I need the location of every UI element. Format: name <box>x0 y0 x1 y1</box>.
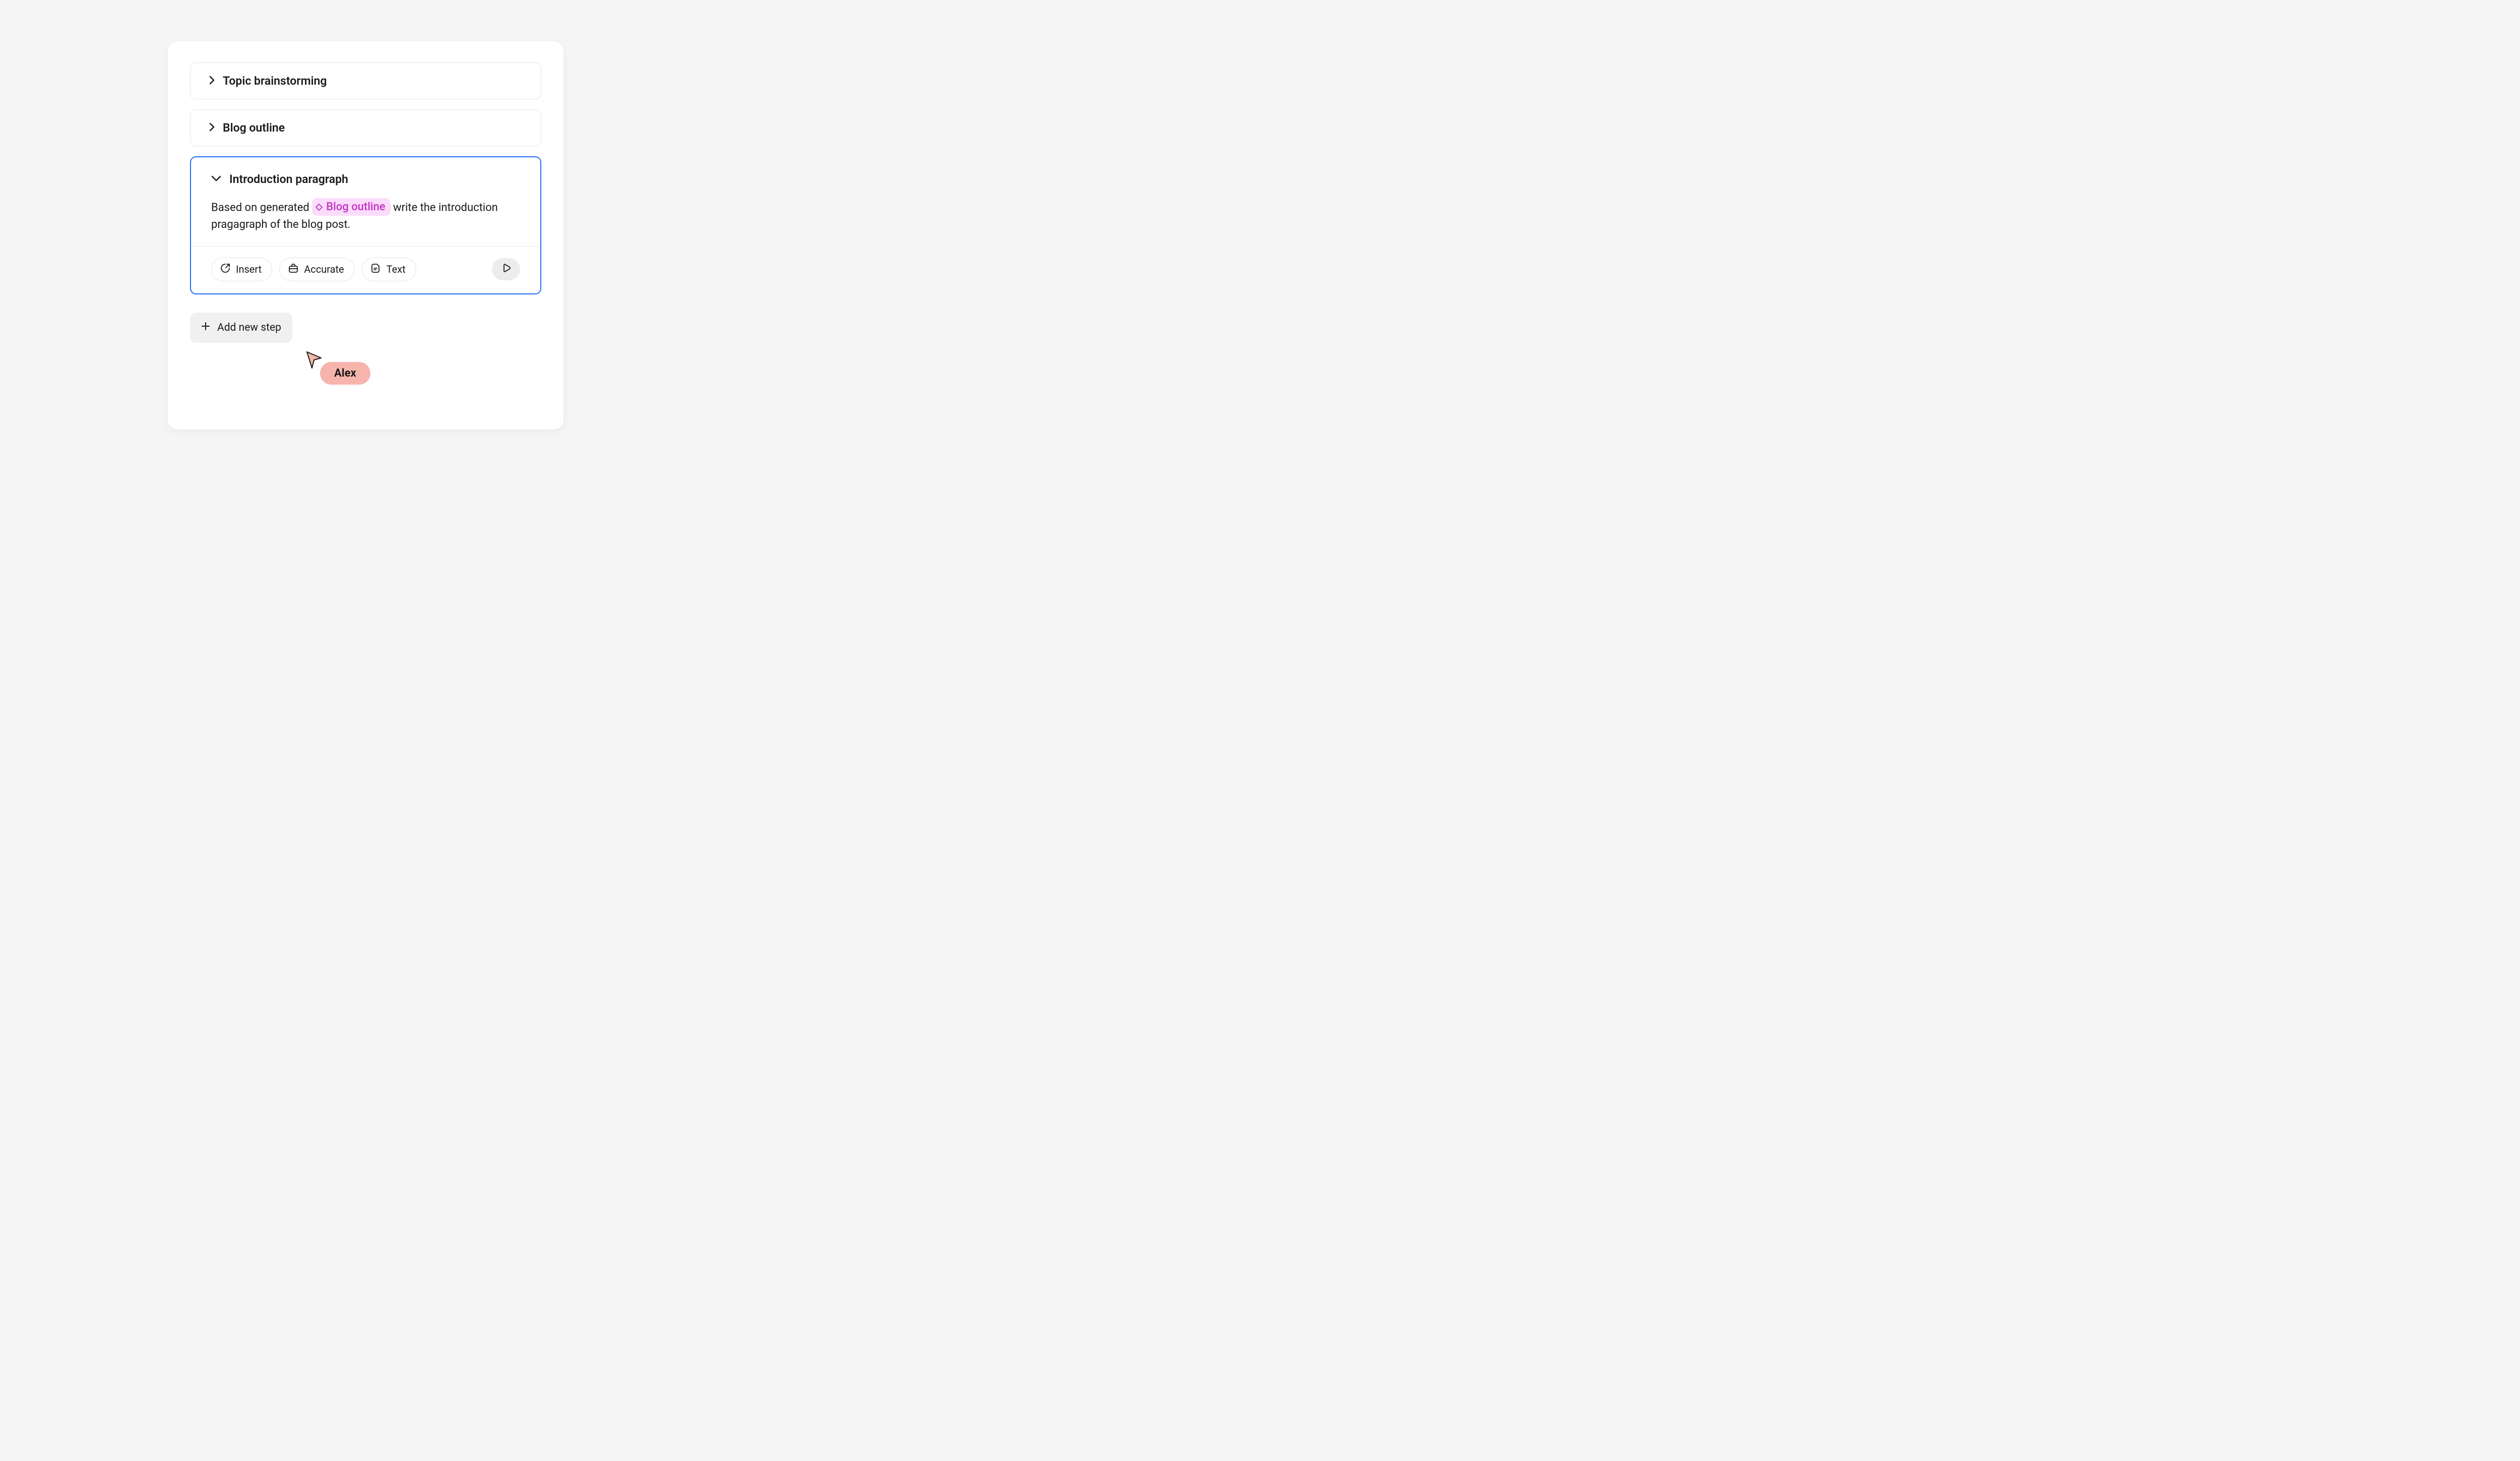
chevron-right-icon <box>208 123 216 134</box>
insert-icon <box>220 263 231 276</box>
add-new-step-label: Add new step <box>217 322 281 334</box>
reference-chip-label: Blog outline <box>326 199 385 215</box>
workflow-card: Topic brainstorming Blog outline Introdu… <box>168 41 563 430</box>
text-button[interactable]: Text <box>362 258 416 281</box>
step-title: Topic brainstorming <box>223 74 327 88</box>
step-title: Introduction paragraph <box>229 172 348 186</box>
step-title: Blog outline <box>223 121 285 135</box>
add-new-step-button[interactable]: Add new step <box>190 313 292 343</box>
step-toolbar: Insert Accurate Text <box>191 247 540 281</box>
reference-chip-blog-outline[interactable]: Blog outline <box>312 198 390 216</box>
step-introduction-paragraph: Introduction paragraph Based on generate… <box>190 156 541 294</box>
body-text-pre: Based on generated <box>211 202 312 214</box>
step-header[interactable]: Introduction paragraph <box>191 172 540 186</box>
insert-button[interactable]: Insert <box>211 258 272 281</box>
play-icon <box>500 263 512 276</box>
briefcase-icon <box>288 263 299 276</box>
run-step-button[interactable] <box>492 258 520 280</box>
text-button-label: Text <box>387 263 406 275</box>
insert-button-label: Insert <box>236 263 262 275</box>
step-blog-outline[interactable]: Blog outline <box>190 109 541 146</box>
step-topic-brainstorming[interactable]: Topic brainstorming <box>190 63 541 99</box>
diamond-icon <box>315 203 323 211</box>
chevron-down-icon <box>211 174 221 184</box>
accurate-button[interactable]: Accurate <box>279 258 354 281</box>
plus-icon <box>201 322 210 334</box>
file-text-icon <box>370 263 382 276</box>
step-body-text[interactable]: Based on generated Blog outline write th… <box>191 198 540 247</box>
chevron-right-icon <box>208 76 216 87</box>
accurate-button-label: Accurate <box>304 263 344 275</box>
